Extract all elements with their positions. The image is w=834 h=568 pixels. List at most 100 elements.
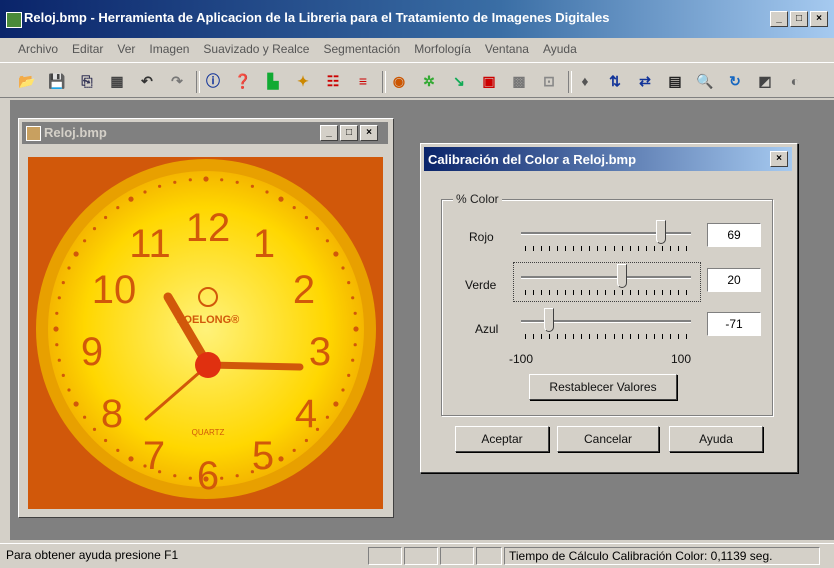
- clock-minute-dot: [104, 215, 108, 220]
- rotate-icon[interactable]: ↻: [726, 72, 744, 90]
- horizontal-flip-icon[interactable]: ⇄: [636, 72, 654, 90]
- calc-icon[interactable]: ▤: [666, 72, 684, 90]
- redo-icon[interactable]: ↷: [168, 72, 186, 90]
- clock-minute-dot: [341, 266, 345, 270]
- menu-ver[interactable]: Ver: [117, 42, 135, 56]
- clock-number-10: 10: [92, 268, 137, 312]
- slider-thumb[interactable]: [656, 220, 666, 244]
- status-help-text: Para obtener ayuda presione F1: [6, 548, 179, 562]
- dialog-title-bar[interactable]: Calibración del Color a Reloj.bmp ×: [424, 147, 792, 171]
- help-icon[interactable]: ❓: [234, 72, 252, 90]
- clock-minute-dot: [278, 456, 284, 462]
- clock-minute-dot: [351, 296, 355, 300]
- menu-imagen[interactable]: Imagen: [149, 42, 189, 56]
- green-value-field[interactable]: 20: [707, 268, 761, 292]
- equalize-icon[interactable]: ☷: [324, 72, 342, 90]
- image-close-button[interactable]: ×: [360, 125, 378, 141]
- layers-icon[interactable]: ▣: [480, 72, 498, 90]
- maximize-button[interactable]: □: [790, 11, 808, 27]
- image-minimize-button[interactable]: _: [320, 125, 338, 141]
- open-icon[interactable]: 📂: [18, 72, 36, 90]
- toolbar-separator: [382, 71, 386, 93]
- info-icon[interactable]: ⓘ: [204, 72, 222, 90]
- red-value-field[interactable]: 69: [707, 223, 761, 247]
- image-window-title-bar[interactable]: Reloj.bmp _ □ ×: [22, 122, 388, 144]
- clock-number-6: 6: [197, 454, 219, 498]
- clock-minute-dot: [55, 343, 59, 347]
- vertical-flip-icon[interactable]: ⇅: [606, 72, 624, 90]
- menu-ventana[interactable]: Ventana: [485, 42, 529, 56]
- menu-suavizado[interactable]: Suavizado y Realce: [203, 42, 309, 56]
- color-icon[interactable]: ✦: [294, 72, 312, 90]
- clock-minute-dot: [116, 448, 120, 452]
- clock-number-1: 1: [253, 222, 275, 266]
- copy-icon[interactable]: ⎘: [78, 72, 96, 90]
- filter-icon[interactable]: ▩: [510, 72, 528, 90]
- slider-thumb[interactable]: [617, 264, 627, 288]
- clock-quartz-label: QUARTZ: [192, 428, 225, 437]
- image-window[interactable]: Reloj.bmp _ □ × 12 1 2 3 4 5 6 7 8 9 10 …: [18, 118, 394, 518]
- clock-minute-dot: [278, 196, 284, 202]
- red-slider[interactable]: [521, 220, 691, 262]
- clock-number-8: 8: [101, 392, 123, 436]
- extra-icon[interactable]: ◐: [786, 72, 804, 90]
- noise-icon[interactable]: ✲: [420, 72, 438, 90]
- close-button[interactable]: ×: [810, 11, 828, 27]
- help-button[interactable]: Ayuda: [669, 426, 763, 452]
- clock-minute-dot: [83, 415, 87, 419]
- minimize-button[interactable]: _: [770, 11, 788, 27]
- zoom-icon[interactable]: 🔍: [696, 72, 714, 90]
- print-icon[interactable]: ▦: [108, 72, 126, 90]
- clock-number-4: 4: [295, 392, 317, 436]
- morph-icon[interactable]: ♦: [576, 72, 594, 90]
- menu-morfologia[interactable]: Morfología: [414, 42, 471, 56]
- clock-minute-dot: [173, 474, 177, 478]
- palette-icon[interactable]: ◉: [390, 72, 408, 90]
- histogram-icon[interactable]: ▙: [264, 72, 282, 90]
- clock-minute-dot: [220, 178, 224, 182]
- clock-minute-dot: [250, 184, 254, 188]
- bands-icon[interactable]: ≡: [354, 72, 372, 90]
- status-panel-4: [476, 547, 502, 565]
- menu-archivo[interactable]: Archivo: [18, 42, 58, 56]
- clock-minute-dot: [128, 196, 134, 202]
- toolbar: 📂 💾 ⎘ ▦ ↶ ↷ ⓘ ❓ ▙ ✦ ☷ ≡ ◉ ✲ ↘ ▣ ▩ ⊡ ♦ ⇅ ⇄ ▤ 🔍 ↻ ◩ ◐: [0, 62, 834, 98]
- slider-thumb[interactable]: [544, 308, 554, 332]
- menu-bar: Archivo Editar Ver Imagen Suavizado y Re…: [0, 38, 834, 60]
- clock-minute-dot: [61, 281, 65, 285]
- undo-icon[interactable]: ↶: [138, 72, 156, 90]
- dialog-title: Calibración del Color a Reloj.bmp: [428, 152, 637, 167]
- color-calibration-dialog[interactable]: Calibración del Color a Reloj.bmp × % Co…: [420, 143, 798, 473]
- cancel-button[interactable]: Cancelar: [557, 426, 659, 452]
- clock-minute-dot: [351, 358, 355, 362]
- save-icon[interactable]: 💾: [48, 72, 66, 90]
- clock-minute-dot: [188, 178, 192, 182]
- clock-minute-dot: [353, 343, 357, 347]
- clock-minute-dot: [292, 206, 296, 210]
- clock-number-2: 2: [293, 268, 315, 312]
- arrow-icon[interactable]: ↘: [450, 72, 468, 90]
- clock-minute-dot: [347, 281, 351, 285]
- menu-segmentacion[interactable]: Segmentación: [323, 42, 400, 56]
- green-slider[interactable]: [521, 264, 691, 306]
- image-window-title: Reloj.bmp: [44, 125, 107, 140]
- status-panel-1: [368, 547, 402, 565]
- clock-minute-dot: [188, 476, 192, 480]
- reset-values-button[interactable]: Restablecer Valores: [529, 374, 677, 400]
- edge-icon[interactable]: ⊡: [540, 72, 558, 90]
- accept-button[interactable]: Aceptar: [455, 426, 549, 452]
- clock-minute-dot: [333, 401, 339, 407]
- clock-minute-dot: [235, 180, 239, 184]
- clock-minute-dot: [128, 456, 134, 462]
- image-maximize-button[interactable]: □: [340, 125, 358, 141]
- dialog-close-button[interactable]: ×: [770, 151, 788, 167]
- blue-value-field[interactable]: -71: [707, 312, 761, 336]
- crop-icon[interactable]: ◩: [756, 72, 774, 90]
- menu-ayuda[interactable]: Ayuda: [543, 42, 577, 56]
- clock-number-12: 12: [186, 206, 231, 250]
- clock-minute-dot: [235, 474, 239, 478]
- blue-slider[interactable]: [521, 308, 691, 350]
- clock-center-cap: [195, 352, 221, 378]
- menu-editar[interactable]: Editar: [72, 42, 103, 56]
- clock-minute-dot: [325, 415, 329, 419]
